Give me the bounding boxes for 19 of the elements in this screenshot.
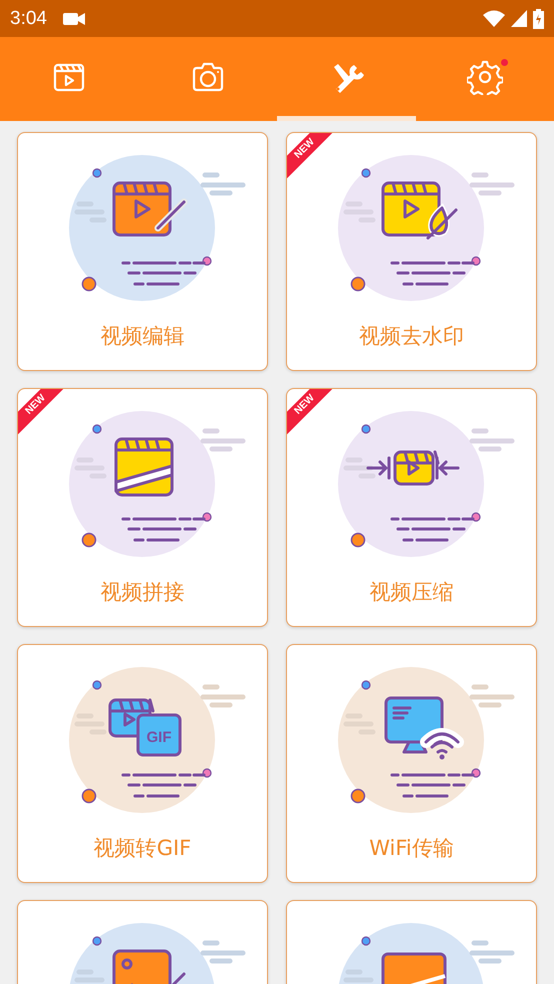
- gif-label: GIF: [146, 729, 172, 746]
- screen-drawing: [382, 952, 446, 984]
- tool-label: WiFi传输: [369, 835, 454, 862]
- tool-label: 视频压缩: [370, 579, 454, 606]
- tool-card[interactable]: GIF 视频转GIF: [17, 644, 268, 883]
- tool-label: 视频去水印: [359, 323, 464, 350]
- tool-label: 视频转GIF: [94, 835, 192, 862]
- status-time: 3:04: [10, 8, 47, 30]
- signal-icon: [511, 10, 527, 27]
- battery-icon: [533, 8, 544, 28]
- clapperboard-drawing: [114, 438, 174, 496]
- video-camera-icon: [62, 12, 85, 26]
- tool-label: 视频拼接: [100, 579, 184, 606]
- settings-icon: [466, 58, 503, 94]
- wifi-icon: [483, 10, 505, 27]
- notification-dot: [500, 59, 508, 66]
- tool-label: 视频编辑: [100, 323, 184, 350]
- tool-card[interactable]: 视频编辑: [17, 132, 268, 371]
- tool-card[interactable]: WiFi传输: [286, 644, 537, 883]
